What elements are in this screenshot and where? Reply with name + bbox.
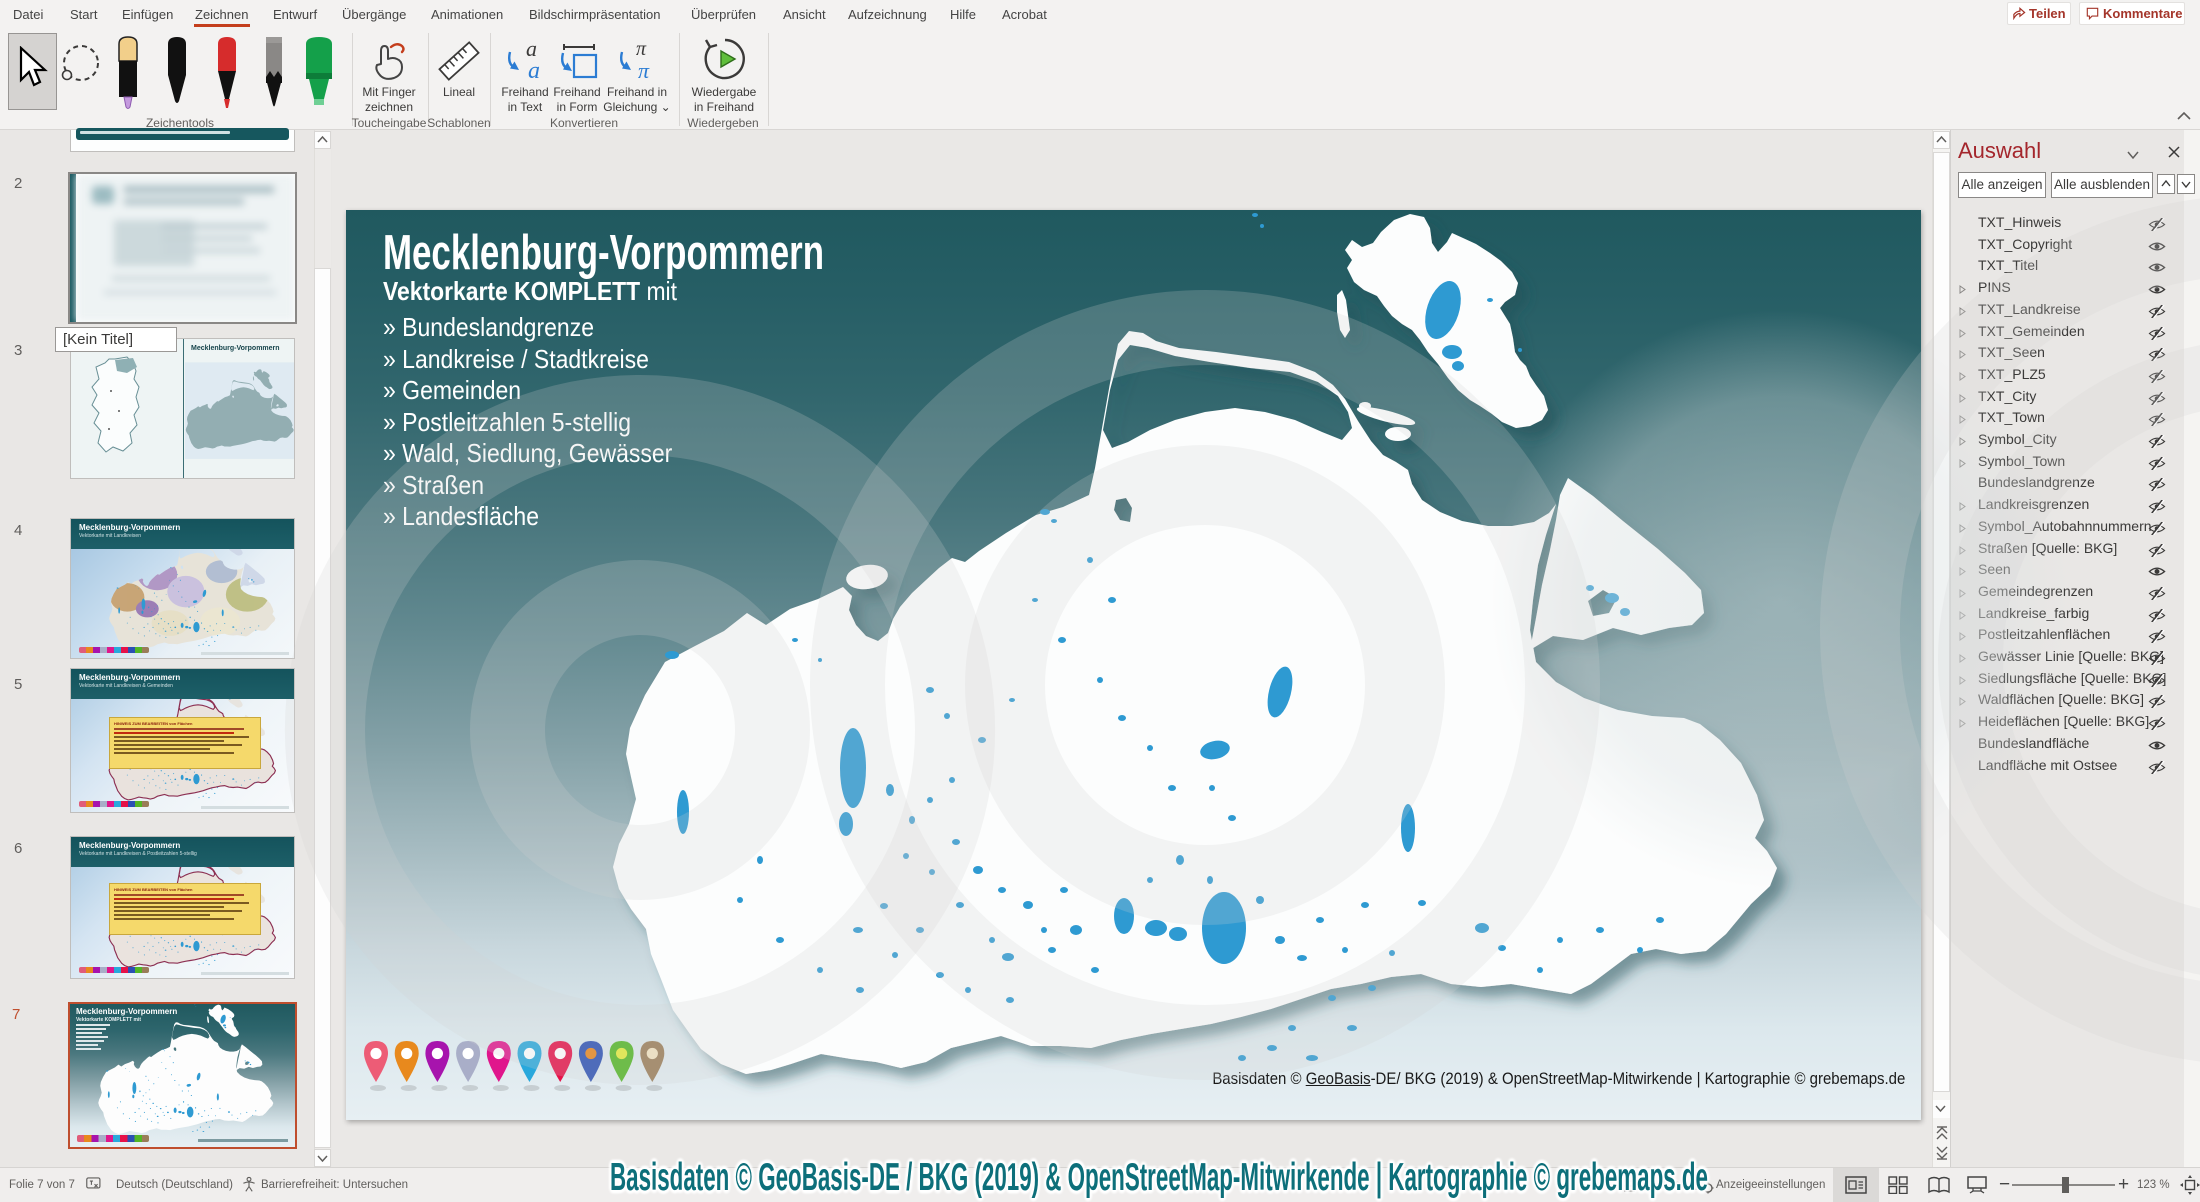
svg-text:a: a xyxy=(528,58,540,84)
svg-text:π: π xyxy=(636,38,647,60)
svg-text:π: π xyxy=(638,58,650,83)
